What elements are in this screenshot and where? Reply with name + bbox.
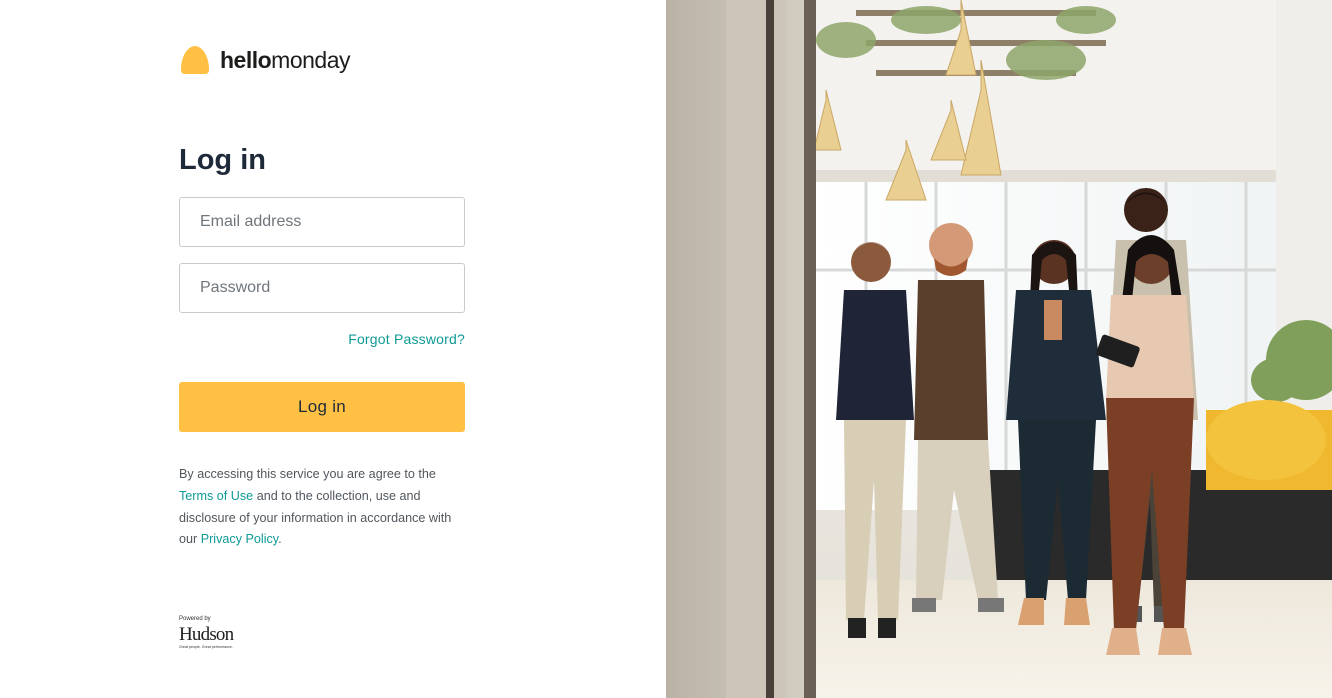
forgot-password-link[interactable]: Forgot Password?	[348, 330, 465, 348]
legal-disclaimer: By accessing this service you are agree …	[179, 464, 471, 551]
hero-image	[666, 0, 1332, 698]
login-page: hellomonday Log in Forgot Password? Log …	[0, 0, 1332, 698]
legal-text-end: .	[278, 532, 282, 547]
hellomonday-logo-icon	[181, 46, 209, 74]
brand-wordmark: hellomonday	[220, 44, 350, 76]
login-button[interactable]: Log in	[179, 382, 465, 432]
brand-name-part2: monday	[271, 47, 350, 73]
login-panel: hellomonday Log in Forgot Password? Log …	[0, 0, 666, 698]
legal-text-before: By accessing this service you are agree …	[179, 467, 436, 481]
privacy-policy-link[interactable]: Privacy Policy	[201, 532, 278, 546]
powered-by-label: Powered by	[179, 616, 211, 622]
hudson-tagline: Great people. Great performance.	[179, 645, 233, 649]
hudson-logo: Hudson	[179, 624, 234, 645]
terms-of-use-link[interactable]: Terms of Use	[179, 489, 253, 503]
page-title: Log in	[179, 144, 266, 176]
office-team-photo-icon	[666, 0, 1332, 698]
brand-name-part1: hello	[220, 47, 272, 73]
password-field[interactable]	[179, 263, 465, 313]
brand-logo: hellomonday	[179, 44, 350, 76]
email-field[interactable]	[179, 197, 465, 247]
powered-by: Powered by Hudson Great people. Great pe…	[179, 615, 234, 650]
